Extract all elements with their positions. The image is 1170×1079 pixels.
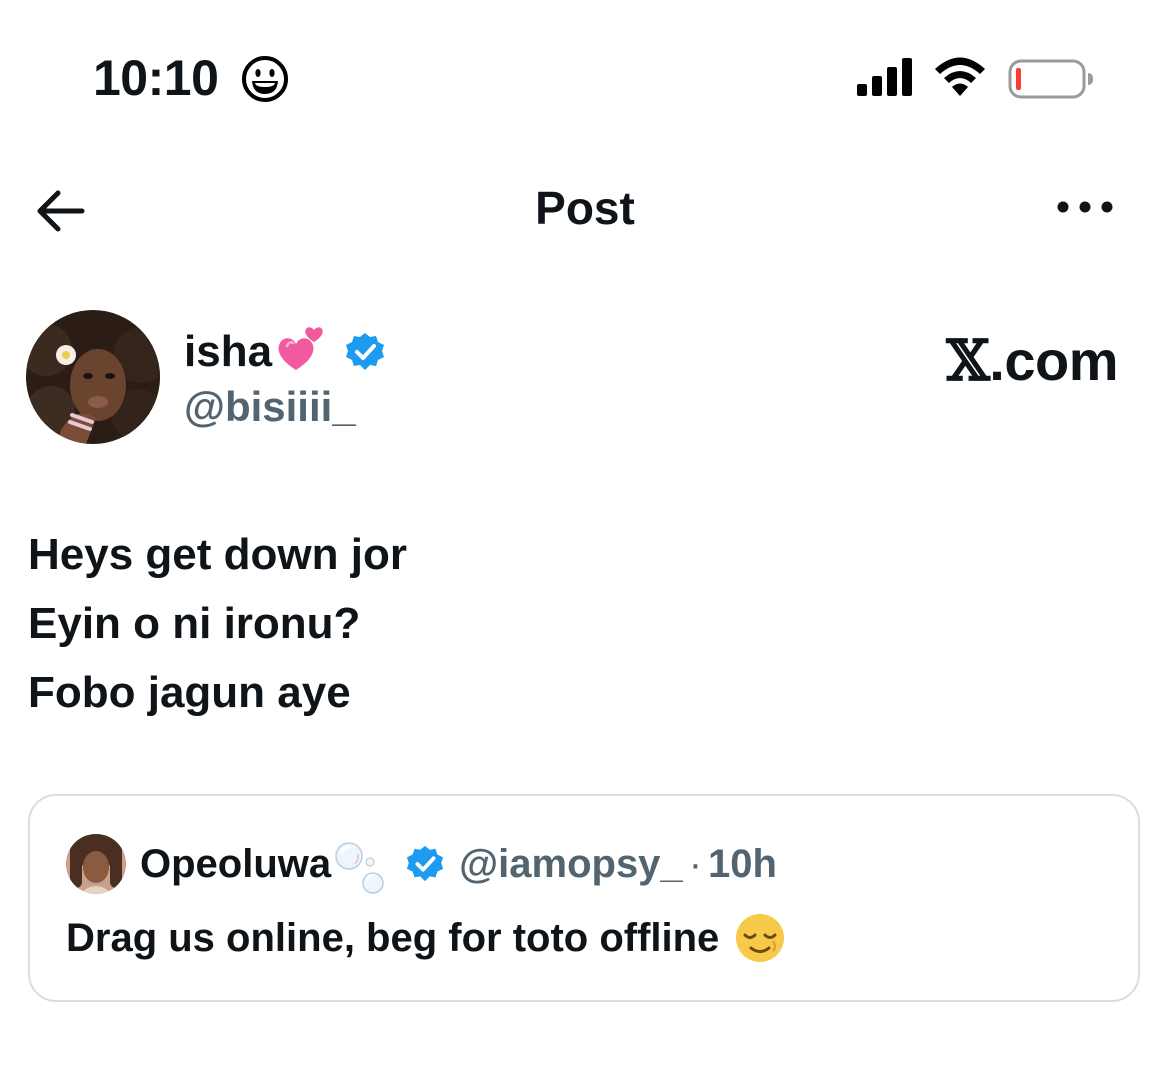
verified-badge-icon[interactable] xyxy=(344,331,386,373)
grinning-face-emoji xyxy=(242,56,288,102)
verified-badge-icon[interactable] xyxy=(405,844,445,884)
author-name-row[interactable]: isha xyxy=(184,320,386,384)
separator-dot: · xyxy=(688,842,703,886)
post-text-line: Fobo jagun aye xyxy=(28,668,351,717)
watermark-domain: .com xyxy=(989,329,1118,392)
two-hearts-emoji xyxy=(278,327,323,370)
quoted-post-body: Drag us online, beg for toto offline xyxy=(66,908,787,968)
relieved-face-emoji xyxy=(736,914,785,962)
avatar-image xyxy=(26,310,160,444)
navigation-bar: Post xyxy=(0,170,1170,250)
battery-low-icon xyxy=(1008,59,1093,99)
quoted-post-text: Drag us online, beg for toto offline xyxy=(66,916,720,960)
post-text: Heys get down jor Eyin o ni ironu? Fobo … xyxy=(28,520,1128,727)
more-options-icon[interactable] xyxy=(1052,192,1118,222)
avatar-image xyxy=(66,834,126,894)
x-logo: 𝕏 xyxy=(946,328,990,394)
quoted-post-header: Opeoluwa @iamopsy_ · 10h xyxy=(140,834,777,894)
quoted-post-timestamp[interactable]: 10h xyxy=(708,836,777,892)
x-watermark: 𝕏.com xyxy=(946,328,1118,394)
bubbles-emoji xyxy=(335,842,384,894)
quoted-author-name[interactable]: Opeoluwa xyxy=(140,836,331,892)
post-text-line: Eyin o ni ironu? xyxy=(28,599,361,648)
quoted-author-avatar[interactable] xyxy=(66,834,126,894)
author-display-name[interactable]: isha xyxy=(184,322,272,382)
status-bar: 10:10 xyxy=(0,0,1170,150)
author-avatar[interactable] xyxy=(26,310,160,444)
wifi-icon xyxy=(935,57,985,96)
status-time: 10:10 xyxy=(93,50,219,106)
page-title: Post xyxy=(535,182,635,234)
author-handle[interactable]: @bisiiii_ xyxy=(184,378,356,436)
quoted-post-card[interactable]: Opeoluwa @iamopsy_ · 10h Drag us online,… xyxy=(28,794,1140,1002)
post-text-line: Heys get down jor xyxy=(28,530,407,579)
cellular-signal-icon xyxy=(857,58,912,96)
quoted-author-handle[interactable]: @iamopsy_ xyxy=(459,836,683,892)
